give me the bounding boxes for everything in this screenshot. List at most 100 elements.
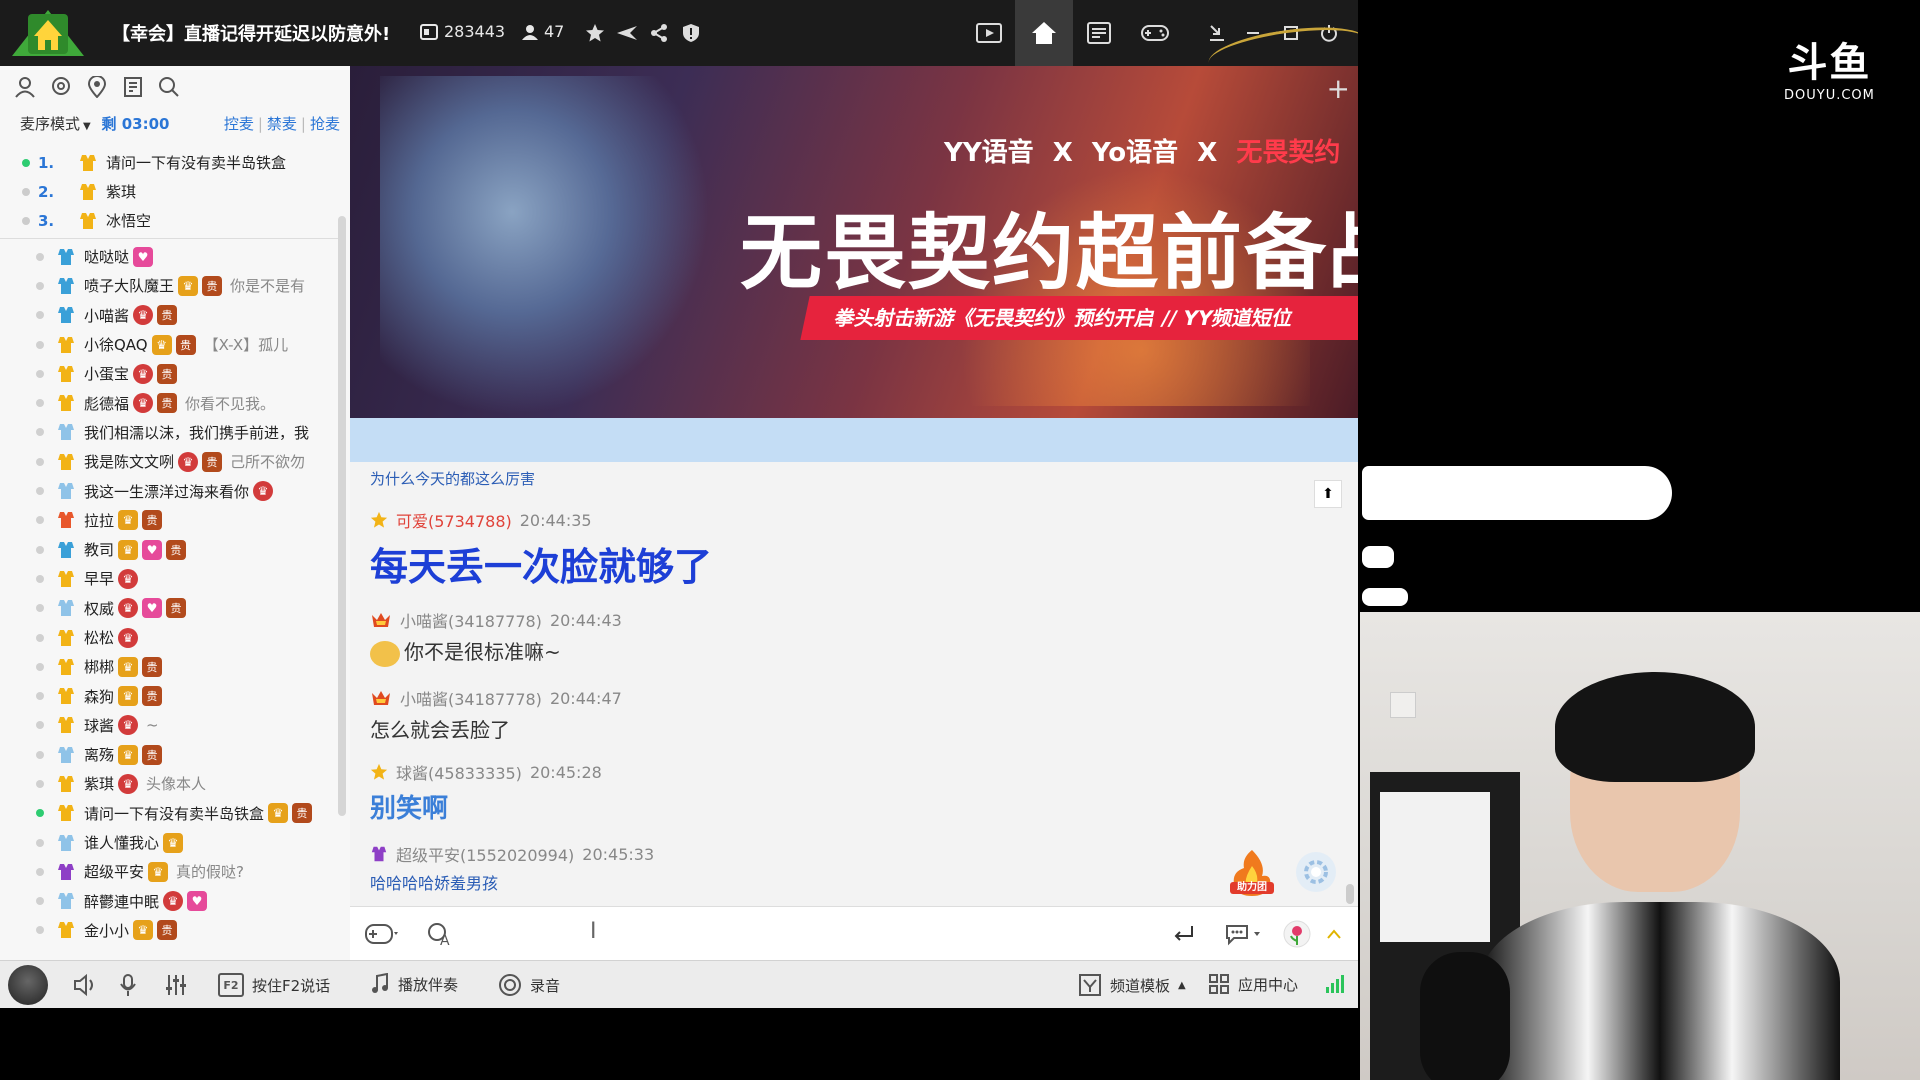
gamepad-icon[interactable] (1138, 16, 1172, 50)
notes-icon[interactable] (120, 74, 146, 100)
record-label: 录音 (530, 976, 561, 995)
member-list-item[interactable]: 教司 ♛ ♥ 贵 (0, 535, 336, 564)
channel-template-label: 频道模板 (1110, 976, 1171, 995)
message-author[interactable]: 球酱(45833335) (396, 760, 522, 784)
chat-previous-message: 为什么今天的都这么厉害 (370, 470, 536, 488)
search-icon[interactable] (156, 74, 182, 100)
member-list-item[interactable]: 请问一下有没有卖半岛铁盒 ♛ 贵 (0, 799, 336, 828)
member-list-item[interactable]: 球酱 ♛ ~ (0, 711, 336, 740)
home-icon[interactable] (1015, 0, 1073, 66)
person-icon[interactable] (12, 74, 38, 100)
chat-input-bar[interactable]: A I (350, 906, 1358, 961)
push-to-talk-button[interactable]: F2 按住F2说话 (218, 973, 330, 997)
app-center-label: 应用中心 (1238, 975, 1299, 994)
location-pin-icon[interactable] (84, 74, 110, 100)
flower-gift-icon[interactable] (1282, 919, 1312, 949)
crown-badge-icon: ♛ (163, 832, 184, 853)
record-button[interactable]: 录音 (498, 973, 560, 997)
favorite-star-icon[interactable] (578, 16, 612, 50)
emoji-gamepad-icon[interactable] (364, 919, 400, 949)
grab-mic-link[interactable]: 抢麦 (310, 115, 340, 133)
chat-scrollbar[interactable] (1346, 884, 1354, 904)
chevron-down-icon[interactable]: ▼ (83, 121, 91, 132)
vest-rank-icon (58, 863, 74, 880)
gold-vest-rank-icon (80, 183, 96, 200)
scroll-top-button[interactable]: ⬆ (1314, 480, 1342, 508)
member-list-item[interactable]: 权威 ♛ ♥ 贵 (0, 594, 336, 623)
member-list-item[interactable]: 小喵酱 ♛ 贵 (0, 301, 336, 330)
member-list-item[interactable]: 彪德福 ♛ 贵你看不见我。 (0, 388, 336, 417)
message-author[interactable]: 可爱(5734788) (396, 508, 512, 532)
font-style-icon[interactable]: A (426, 919, 454, 949)
member-list-item[interactable]: 小徐QAQ ♛ 贵【X-X】孤儿 (0, 330, 336, 359)
ban-mic-link[interactable]: 禁麦 (267, 115, 297, 133)
member-list-item[interactable]: 离殇 ♛ 贵 (0, 740, 336, 769)
queue-item[interactable]: 2. 紫琪 (0, 177, 340, 206)
event-banner[interactable]: YY语音 X Yo语音 X 无畏契约 无畏契约超前备战 拳头射击新游《无畏契约》… (350, 66, 1358, 418)
member-list-item[interactable]: 谁人懂我心 ♛ (0, 828, 336, 857)
queue-number: 2. (38, 182, 55, 201)
member-signature: 【X-X】孤儿 (203, 336, 289, 355)
add-icon[interactable]: + (1327, 72, 1350, 105)
mic-mode-dropdown[interactable]: 麦序模式 (20, 115, 80, 133)
gui-badge-icon: 贵 (202, 275, 223, 296)
member-signature: 你看不见我。 (185, 394, 276, 413)
member-list-item[interactable]: 喷子大队魔王 ♛ 贵你是不是有 (0, 271, 336, 300)
channel-template-button[interactable]: 频道模板 ▲ (1078, 973, 1186, 997)
member-list-item[interactable]: 松松 ♛ (0, 623, 336, 652)
shield-badge-icon: ♛ (133, 363, 154, 384)
member-signature: 你是不是有 (230, 277, 306, 296)
member-list-item[interactable]: 紫琪 ♛ 头像本人 (0, 769, 336, 798)
list-panel-icon[interactable] (1082, 16, 1116, 50)
speaker-icon[interactable] (72, 973, 98, 997)
chat-bubble-icon[interactable] (48, 74, 74, 100)
banner-sponsors: YY语音 X Yo语音 X 无畏契约 (944, 138, 1341, 168)
queue-item[interactable]: 3. 冰悟空 (0, 206, 340, 235)
member-signature: 己所不欲勿 (230, 453, 306, 472)
member-list-item[interactable]: 醉鬱連中眠 ♛ ♥ (0, 887, 336, 916)
streamer-camera-feed (1360, 612, 1920, 1080)
member-list-item[interactable]: 我们相濡以沫，我们携手前进，我 (0, 418, 336, 447)
share-icon[interactable] (642, 16, 676, 50)
member-name: 我这一生漂洋过海来看你 (84, 482, 250, 501)
control-mic-link[interactable]: 控麦 (224, 115, 254, 133)
status-dot (36, 838, 44, 847)
plane-icon[interactable] (610, 16, 644, 50)
member-list-item[interactable]: 哒哒哒 ♥ (0, 242, 336, 271)
member-list-item[interactable]: 金小小 ♛ 贵 (0, 916, 336, 945)
member-list-item[interactable]: 超级平安 ♛ 真的假哒? (0, 857, 336, 886)
message-author[interactable]: 小喵酱(34187778) (400, 686, 542, 710)
yo-voice-label: Yo语音 (1091, 138, 1179, 168)
app-center-button[interactable]: 应用中心 (1208, 973, 1298, 995)
chat-mode-icon[interactable] (1224, 919, 1264, 949)
status-dot (36, 721, 44, 730)
member-list-scrollbar[interactable] (338, 216, 346, 816)
shield-alert-icon[interactable] (674, 16, 708, 50)
template-icon (1079, 974, 1101, 996)
play-accompaniment-button[interactable]: 播放伴奏 (370, 973, 458, 995)
member-list-item[interactable]: 我是陈文文咧 ♛ 贵己所不欲勿 (0, 447, 336, 476)
gold-star-rank-icon (370, 511, 388, 528)
overlay-shape (1362, 466, 1672, 520)
member-list-item[interactable]: 梆梆 ♛ 贵 (0, 652, 336, 681)
member-list-item[interactable]: 我这一生漂洋过海来看你 ♛ (0, 476, 336, 505)
anime-poster (1380, 792, 1490, 942)
chevron-up-icon[interactable] (1326, 919, 1342, 949)
avatar[interactable] (8, 965, 48, 1005)
enter-send-icon[interactable] (1172, 919, 1196, 949)
gear-icon[interactable] (1296, 852, 1336, 892)
status-dot (36, 457, 44, 466)
yy-home-logo-icon[interactable] (8, 6, 88, 60)
title-bar: 【幸会】直播记得开延迟以防意外! 283443 47 (0, 0, 1358, 84)
member-list-item[interactable]: 小蛋宝 ♛ 贵 (0, 359, 336, 388)
video-icon[interactable] (972, 16, 1006, 50)
message-author[interactable]: 小喵酱(34187778) (400, 608, 542, 632)
member-list-item[interactable]: 森狗 ♛ 贵 (0, 681, 336, 710)
microphone-icon[interactable] (118, 973, 138, 997)
support-group-button[interactable]: 助力团 (1226, 846, 1278, 898)
member-list-item[interactable]: 拉拉 ♛ 贵 (0, 506, 336, 535)
message-author[interactable]: 超级平安(1552020994) (396, 842, 574, 866)
member-list-item[interactable]: 早早 ♛ (0, 564, 336, 593)
equalizer-icon[interactable] (164, 973, 188, 997)
queue-item[interactable]: 1. 请问一下有没有卖半岛铁盒 (0, 148, 340, 177)
